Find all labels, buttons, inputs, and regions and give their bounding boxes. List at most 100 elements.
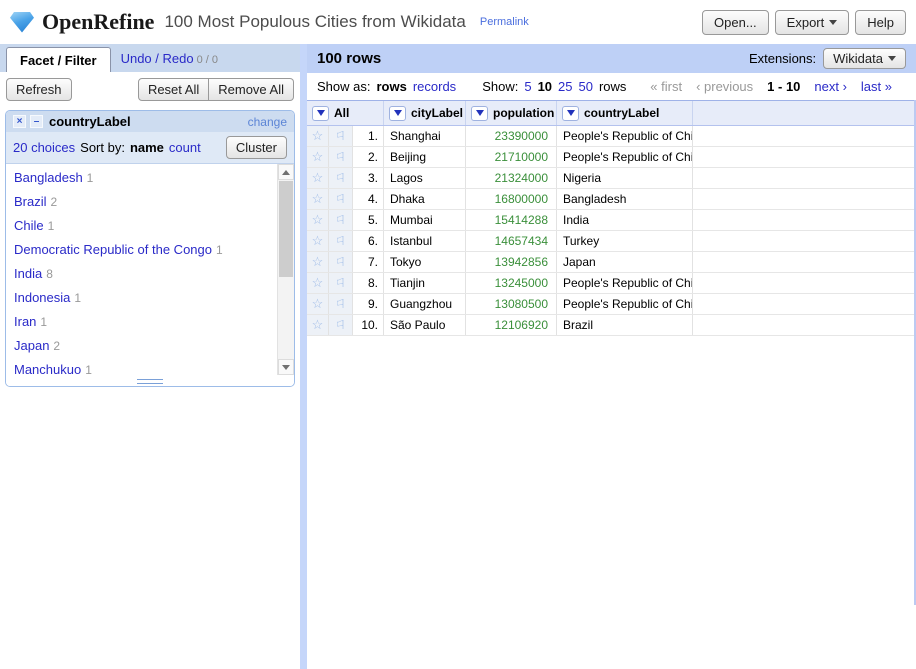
cell-citylabel[interactable]: Lagos bbox=[384, 168, 466, 188]
facet-choices-count-link[interactable]: 20 choices bbox=[13, 140, 75, 155]
facet-choice-link[interactable]: Iran bbox=[14, 314, 36, 329]
facet-scrollbar[interactable] bbox=[277, 164, 294, 375]
page-size-25[interactable]: 25 bbox=[558, 79, 572, 94]
page-size-5[interactable]: 5 bbox=[524, 79, 531, 94]
star-icon[interactable]: ☆ bbox=[307, 294, 329, 314]
wikidata-extension-button[interactable]: Wikidata bbox=[823, 48, 906, 69]
facet-choice-link[interactable]: India bbox=[14, 266, 42, 281]
cell-countrylabel[interactable]: People's Republic of China bbox=[557, 273, 693, 293]
star-icon[interactable]: ☆ bbox=[307, 210, 329, 230]
permalink-link[interactable]: Permalink bbox=[480, 16, 529, 28]
open-button[interactable]: Open... bbox=[702, 10, 769, 35]
flag-icon[interactable]: ⚐ bbox=[329, 231, 353, 251]
facet-resize-handle[interactable] bbox=[137, 379, 163, 384]
star-icon[interactable]: ☆ bbox=[307, 273, 329, 293]
flag-icon[interactable]: ⚐ bbox=[329, 252, 353, 272]
facet-choice-link[interactable]: Bangladesh bbox=[14, 170, 83, 185]
cell-citylabel[interactable]: Mumbai bbox=[384, 210, 466, 230]
show-as-rows[interactable]: rows bbox=[376, 79, 406, 94]
next-page-link[interactable]: next › bbox=[814, 79, 847, 94]
flag-icon[interactable]: ⚐ bbox=[329, 147, 353, 167]
facet-change-link[interactable]: change bbox=[248, 115, 287, 129]
scrollbar-thumb[interactable] bbox=[279, 181, 293, 277]
cell-countrylabel[interactable]: People's Republic of China bbox=[557, 294, 693, 314]
reset-all-button[interactable]: Reset All bbox=[138, 78, 209, 101]
last-page-link[interactable]: last » bbox=[861, 79, 892, 94]
cell-population[interactable]: 14657434 bbox=[466, 231, 557, 251]
facet-choice-link[interactable]: Democratic Republic of the Congo bbox=[14, 242, 212, 257]
cell-population[interactable]: 13942856 bbox=[466, 252, 557, 272]
facet-choice-link[interactable]: Brazil bbox=[14, 194, 47, 209]
panel-divider[interactable] bbox=[300, 44, 307, 669]
flag-icon[interactable]: ⚐ bbox=[329, 189, 353, 209]
cell-population[interactable]: 23390000 bbox=[466, 126, 557, 146]
flag-icon[interactable]: ⚐ bbox=[329, 273, 353, 293]
column-menu-icon[interactable] bbox=[389, 106, 406, 121]
cell-citylabel[interactable]: São Paulo bbox=[384, 315, 466, 335]
cell-population[interactable]: 21710000 bbox=[466, 147, 557, 167]
flag-icon[interactable]: ⚐ bbox=[329, 168, 353, 188]
cell-citylabel[interactable]: Shanghai bbox=[384, 126, 466, 146]
content-split: Facet / Filter Undo / Redo0 / 0 Refresh … bbox=[0, 44, 916, 669]
star-icon[interactable]: ☆ bbox=[307, 147, 329, 167]
first-page-link[interactable]: « first bbox=[650, 79, 682, 94]
page-size-50[interactable]: 50 bbox=[579, 79, 593, 94]
facet-choice-link[interactable]: Chile bbox=[14, 218, 44, 233]
cell-countrylabel[interactable]: Turkey bbox=[557, 231, 693, 251]
flag-icon[interactable]: ⚐ bbox=[329, 315, 353, 335]
scroll-up-icon[interactable] bbox=[278, 164, 294, 180]
page-size-10[interactable]: 10 bbox=[538, 79, 552, 94]
star-icon[interactable]: ☆ bbox=[307, 126, 329, 146]
cell-countrylabel[interactable]: Brazil bbox=[557, 315, 693, 335]
previous-page-link[interactable]: ‹ previous bbox=[696, 79, 753, 94]
cell-countrylabel[interactable]: People's Republic of China bbox=[557, 126, 693, 146]
cell-citylabel[interactable]: Tokyo bbox=[384, 252, 466, 272]
cell-citylabel[interactable]: Guangzhou bbox=[384, 294, 466, 314]
star-icon[interactable]: ☆ bbox=[307, 252, 329, 272]
column-menu-icon[interactable] bbox=[471, 106, 488, 121]
sort-by-name[interactable]: name bbox=[130, 140, 164, 155]
flag-icon[interactable]: ⚐ bbox=[329, 210, 353, 230]
star-icon[interactable]: ☆ bbox=[307, 315, 329, 335]
cell-population[interactable]: 15414288 bbox=[466, 210, 557, 230]
flag-icon[interactable]: ⚐ bbox=[329, 126, 353, 146]
cluster-button[interactable]: Cluster bbox=[226, 136, 287, 159]
close-icon[interactable]: × bbox=[13, 115, 26, 128]
cell-population[interactable]: 16800000 bbox=[466, 189, 557, 209]
star-icon[interactable]: ☆ bbox=[307, 231, 329, 251]
cell-population[interactable]: 13245000 bbox=[466, 273, 557, 293]
facet-choice-link[interactable]: Nigeria bbox=[14, 386, 55, 387]
facet-choice-list: Bangladesh1 Brazil2 Chile1 Democratic Re… bbox=[6, 163, 294, 375]
page-range: 1 - 10 bbox=[767, 79, 800, 94]
column-menu-icon[interactable] bbox=[562, 106, 579, 121]
cell-countrylabel[interactable]: People's Republic of China bbox=[557, 147, 693, 167]
help-button[interactable]: Help bbox=[855, 10, 906, 35]
minimize-icon[interactable]: – bbox=[30, 115, 43, 128]
tab-undo-redo[interactable]: Undo / Redo0 / 0 bbox=[111, 46, 228, 72]
sort-by-count[interactable]: count bbox=[169, 140, 201, 155]
facet-choice-link[interactable]: Japan bbox=[14, 338, 49, 353]
column-menu-icon[interactable] bbox=[312, 106, 329, 121]
cell-citylabel[interactable]: Istanbul bbox=[384, 231, 466, 251]
cell-population[interactable]: 12106920 bbox=[466, 315, 557, 335]
cell-countrylabel[interactable]: Nigeria bbox=[557, 168, 693, 188]
facet-choice-link[interactable]: Indonesia bbox=[14, 290, 70, 305]
facet-panel-buttons: Refresh Reset All Remove All bbox=[0, 72, 300, 108]
scroll-down-icon[interactable] bbox=[278, 359, 294, 375]
cell-citylabel[interactable]: Tianjin bbox=[384, 273, 466, 293]
refresh-button[interactable]: Refresh bbox=[6, 78, 72, 101]
cell-population[interactable]: 21324000 bbox=[466, 168, 557, 188]
cell-citylabel[interactable]: Dhaka bbox=[384, 189, 466, 209]
remove-all-button[interactable]: Remove All bbox=[209, 78, 294, 101]
tab-facet-filter[interactable]: Facet / Filter bbox=[6, 47, 111, 72]
show-as-records[interactable]: records bbox=[413, 79, 456, 94]
star-icon[interactable]: ☆ bbox=[307, 189, 329, 209]
cell-countrylabel[interactable]: India bbox=[557, 210, 693, 230]
cell-citylabel[interactable]: Beijing bbox=[384, 147, 466, 167]
cell-countrylabel[interactable]: Bangladesh bbox=[557, 189, 693, 209]
star-icon[interactable]: ☆ bbox=[307, 168, 329, 188]
cell-countrylabel[interactable]: Japan bbox=[557, 252, 693, 272]
cell-population[interactable]: 13080500 bbox=[466, 294, 557, 314]
export-button[interactable]: Export bbox=[775, 10, 850, 35]
flag-icon[interactable]: ⚐ bbox=[329, 294, 353, 314]
